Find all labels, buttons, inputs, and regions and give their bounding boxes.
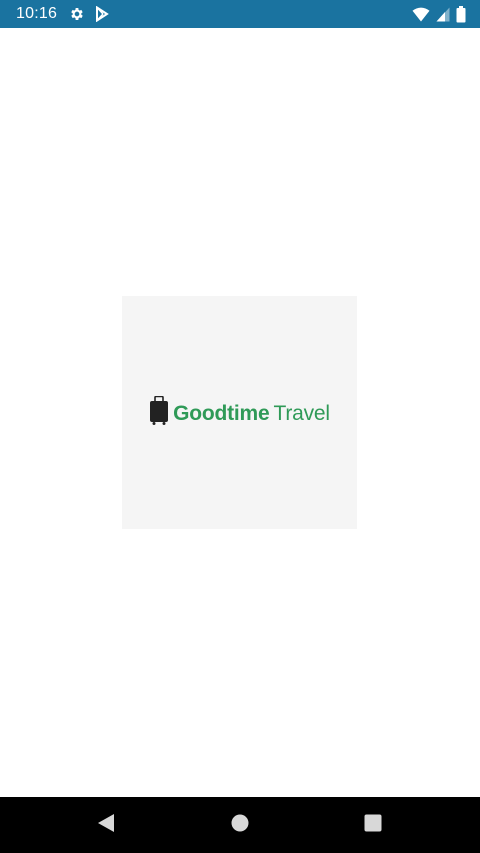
cell-signal-icon	[436, 7, 450, 22]
recents-button[interactable]	[345, 797, 401, 853]
home-icon	[231, 814, 249, 837]
suitcase-icon	[149, 395, 169, 431]
wifi-icon	[412, 7, 430, 22]
recents-icon	[364, 814, 382, 837]
brand-name: Goodtime Travel	[173, 403, 330, 424]
status-left-icons	[69, 6, 109, 22]
play-store-icon	[95, 6, 109, 22]
navigation-bar	[0, 797, 480, 853]
settings-icon	[69, 6, 85, 22]
brand-name-secondary: Travel	[273, 402, 331, 425]
brand-name-primary: Goodtime	[173, 402, 270, 425]
back-button[interactable]	[78, 797, 134, 853]
brand-logo: Goodtime Travel	[149, 395, 330, 431]
status-bar: 10:16	[0, 0, 480, 28]
splash-logo-card: Goodtime Travel	[122, 296, 357, 529]
battery-icon	[456, 5, 466, 23]
app-content: Goodtime Travel	[0, 28, 480, 797]
status-time: 10:16	[16, 5, 58, 22]
status-right-icons	[412, 5, 466, 23]
back-icon	[97, 813, 115, 838]
home-button[interactable]	[212, 797, 268, 853]
